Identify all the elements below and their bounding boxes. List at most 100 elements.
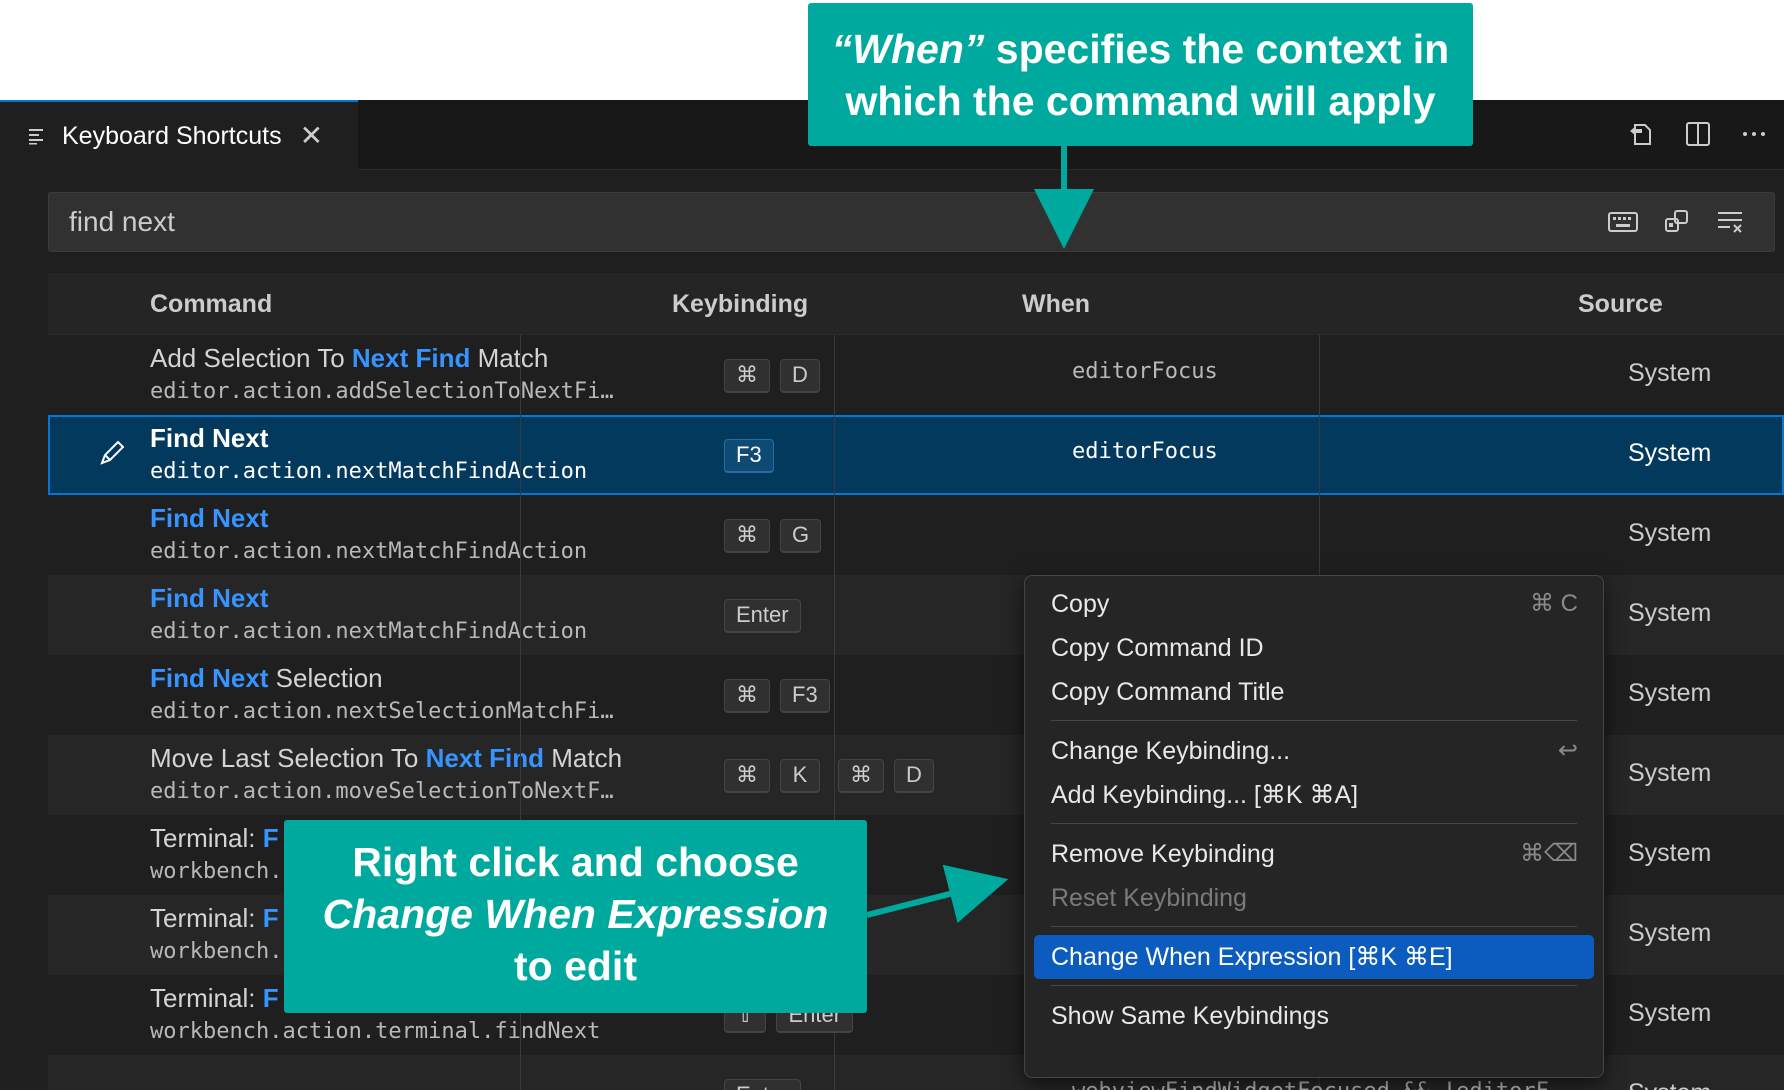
column-separator [834, 415, 835, 495]
command-id: editor.action.nextSelectionMatchFi… [150, 699, 614, 724]
keybinding: ⌘ K ⌘ D [724, 759, 934, 793]
command-id: workbench.action.terminal.findNext [150, 1019, 601, 1044]
source-label: System [1628, 759, 1712, 787]
open-json-icon[interactable] [1626, 118, 1658, 150]
command-title-part: F [262, 823, 279, 853]
key-cap: G [780, 519, 822, 553]
column-separator [520, 495, 521, 575]
annotation-line1: Right click and choose [352, 839, 799, 885]
annotation-line3: to edit [514, 943, 637, 989]
menu-item[interactable]: Copy Command ID [1034, 626, 1594, 670]
annotation-line2: Change When Expression [322, 891, 829, 937]
key-cap: ⌘ [724, 359, 770, 393]
command-id: editor.action.nextMatchFindAction [150, 539, 588, 564]
command-title-part: Next Find [351, 343, 471, 373]
list-icon [29, 129, 43, 145]
command-title-part: Terminal: [150, 983, 263, 1013]
menu-item[interactable]: Show Same Keybindings [1034, 994, 1594, 1038]
column-separator [520, 1055, 521, 1090]
command-title-part: F [262, 983, 279, 1013]
tab-keyboard-shortcuts[interactable]: Keyboard Shortcuts ✕ [0, 100, 358, 170]
search-input[interactable] [69, 193, 1569, 251]
column-separator [1319, 495, 1320, 575]
command-title-part: Move Last Selection To [150, 743, 426, 773]
table-row[interactable]: Find Next editor.action.nextMatchFindActi… [48, 495, 1784, 575]
key-cap: ⌘ [724, 759, 770, 793]
keybinding: F3 [724, 439, 774, 473]
column-separator [520, 735, 521, 815]
command-title: Find Next Selection [150, 663, 650, 694]
search-box [48, 192, 1775, 252]
keybinding: Enter [724, 599, 801, 633]
command-id: editor.action.addSelectionToNextFi… [150, 379, 614, 404]
menu-separator [1051, 823, 1577, 824]
table-row[interactable]: Find Next editor.action.nextMatchFindActi… [48, 415, 1784, 495]
column-separator [520, 655, 521, 735]
menu-item-label: Change When Expression [⌘K ⌘E] [1051, 943, 1453, 971]
source-label: System [1628, 839, 1712, 867]
context-menu: Copy ⌘ C Copy Command ID Copy Command Title… [1024, 575, 1604, 1078]
menu-item[interactable]: Copy ⌘ C [1034, 582, 1594, 626]
command-title-part: Selection [268, 663, 383, 693]
menu-item[interactable]: Change When Expression [⌘K ⌘E] [1034, 935, 1594, 979]
close-icon[interactable]: ✕ [300, 122, 323, 150]
key-cap: Enter [724, 599, 801, 633]
edit-keybinding-icon[interactable] [96, 437, 128, 469]
column-header-command[interactable]: Command [150, 273, 272, 335]
clear-search-icon[interactable] [1716, 207, 1746, 237]
menu-item[interactable]: Remove Keybinding ⌘⌫ [1034, 832, 1594, 876]
column-separator [520, 335, 521, 415]
source-label: System [1628, 439, 1712, 467]
source-label: System [1628, 599, 1712, 627]
column-separator [834, 495, 835, 575]
command-title: Find Next [150, 503, 650, 534]
menu-item-label: Add Keybinding... [⌘K ⌘A] [1051, 781, 1359, 809]
command-title-part: Terminal: [150, 823, 263, 853]
menu-item[interactable]: Copy Command Title [1034, 670, 1594, 714]
menu-item[interactable]: Add Keybinding... [⌘K ⌘A] [1034, 773, 1594, 817]
sort-by-precedence-icon[interactable] [1662, 207, 1692, 237]
menu-item-label: Show Same Keybindings [1051, 1002, 1329, 1030]
column-header-keybinding[interactable]: Keybinding [672, 273, 808, 335]
keyboard-icon[interactable] [1608, 207, 1638, 237]
menu-item-shortcut: ⌘ C [1530, 590, 1578, 617]
menu-item[interactable]: Change Keybinding... ↩ [1034, 729, 1594, 773]
menu-separator [1051, 985, 1577, 986]
keybinding: ⌘ F3 [724, 679, 830, 713]
search-tools [1608, 207, 1746, 237]
command-title-part: Next Find [425, 743, 545, 773]
more-actions-icon[interactable] [1738, 118, 1770, 150]
column-header-source[interactable]: Source [1578, 273, 1663, 335]
split-editor-icon[interactable] [1682, 118, 1714, 150]
column-separator [834, 1055, 835, 1090]
command-title-part: Find Next [150, 663, 269, 693]
command-title-part: Match [470, 343, 549, 373]
column-separator [834, 335, 835, 415]
column-separator [520, 575, 521, 655]
menu-item: Reset Keybinding [1034, 876, 1594, 920]
source-label: System [1628, 1079, 1711, 1090]
menu-item-label: Copy Command Title [1051, 678, 1285, 706]
key-cap: D [894, 759, 934, 793]
when-expression: webviewFindWidgetFocused && !editorF… [1072, 1079, 1562, 1090]
when-expression: editorFocus [1072, 359, 1218, 384]
source-label: System [1628, 519, 1712, 547]
menu-separator [1051, 720, 1577, 721]
menu-item-shortcut: ↩ [1557, 737, 1578, 764]
menu-item-label: Remove Keybinding [1051, 840, 1275, 868]
column-header-when[interactable]: When [1022, 273, 1090, 335]
column-separator [834, 655, 835, 735]
command-title-part: Find Next [150, 583, 269, 613]
command-title: Add Selection To Next Find Match [150, 343, 650, 374]
annotation-right-click-callout: Right click and choose Change When Expre… [284, 820, 867, 1013]
table-row[interactable]: Add Selection To Next Find Match editor.a… [48, 335, 1784, 415]
key-cap: F3 [724, 439, 774, 473]
menu-item-label: Reset Keybinding [1051, 884, 1247, 912]
key-cap: ⌘ [838, 759, 884, 793]
command-id: editor.action.nextMatchFindAction [150, 619, 588, 644]
key-cap: K [780, 759, 820, 793]
source-label: System [1628, 919, 1712, 947]
command-title: Find Next [150, 583, 650, 614]
annotation-when-callout: “When” specifies the context in which th… [808, 3, 1473, 146]
keybinding: ⌘ G [724, 519, 822, 553]
